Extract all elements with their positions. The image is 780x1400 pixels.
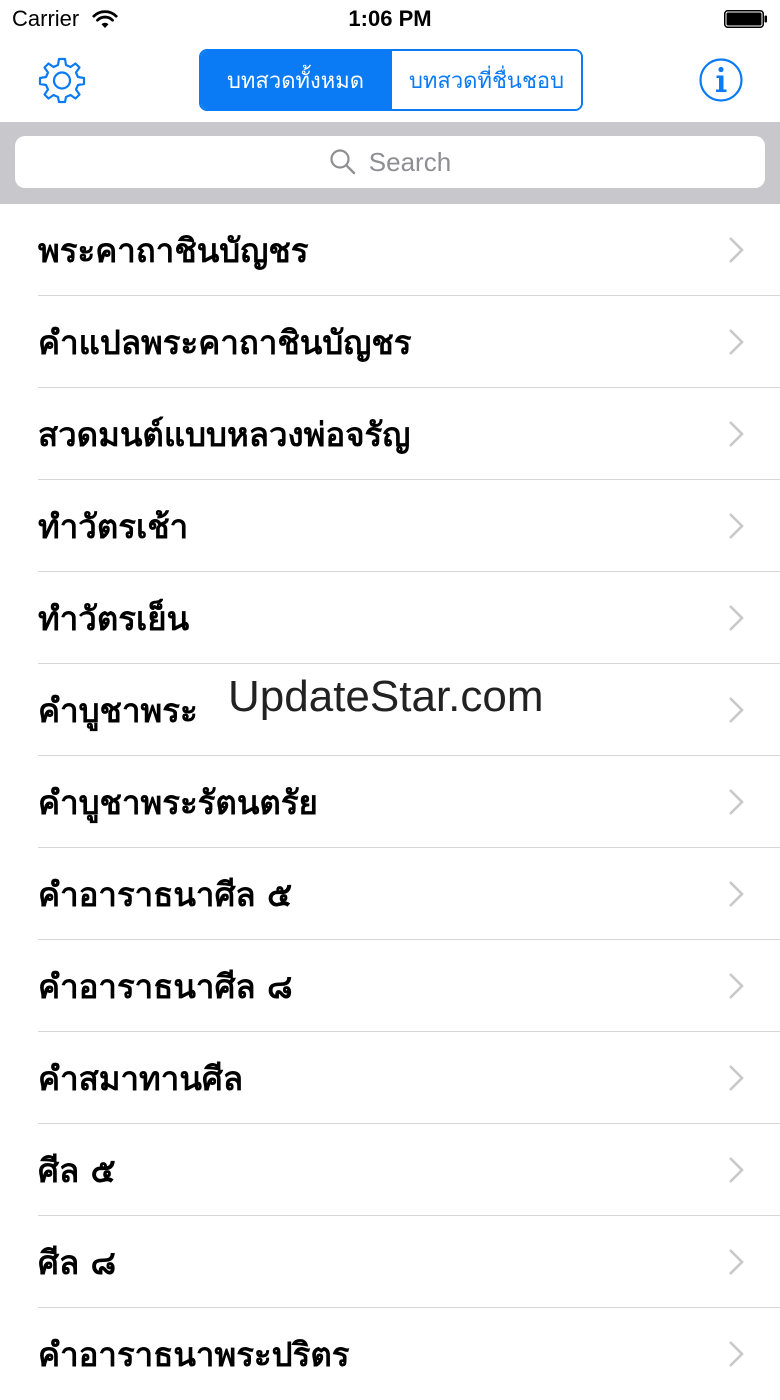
search-placeholder: Search bbox=[368, 146, 452, 177]
list-item[interactable]: คำอาราธนาพระปริตร bbox=[0, 1308, 780, 1400]
list-item[interactable]: คำอาราธนาศีล ๘ bbox=[0, 940, 780, 1032]
chevron-right-icon bbox=[729, 697, 744, 723]
chevron-right-icon bbox=[729, 421, 744, 447]
list-item[interactable]: คำอาราธนาศีล ๕ bbox=[0, 848, 780, 940]
list-item[interactable]: ทำวัตรเย็น bbox=[0, 572, 780, 664]
search-bar: Search bbox=[0, 122, 780, 204]
list-item[interactable]: สวดมนต์แบบหลวงพ่อจรัญ bbox=[0, 388, 780, 480]
chevron-right-icon bbox=[729, 513, 744, 539]
list-item-label: พระคาถาชินบัญชร bbox=[38, 230, 309, 270]
chevron-right-icon bbox=[729, 1157, 744, 1183]
list-item[interactable]: ศีล ๘ bbox=[0, 1216, 780, 1308]
list-item-label: ศีล ๕ bbox=[38, 1150, 116, 1190]
battery-icon bbox=[724, 10, 767, 28]
chevron-right-icon bbox=[729, 789, 744, 815]
prayer-list: พระคาถาชินบัญชร คำแปลพระคาถาชินบัญชร สวด… bbox=[0, 204, 780, 1400]
list-item-label: คำบูชาพระรัตนตรัย bbox=[38, 782, 318, 822]
status-bar: Carrier 1:06 PM bbox=[0, 0, 780, 40]
list-item-label: ศีล ๘ bbox=[38, 1242, 117, 1282]
list-item[interactable]: คำสมาทานศีล bbox=[0, 1032, 780, 1124]
status-time: 1:06 PM bbox=[348, 6, 432, 31]
list-item-label: ทำวัตรเช้า bbox=[38, 506, 189, 546]
navigation-bar: บทสวดทั้งหมด บทสวดที่ชื่นชอบ bbox=[0, 40, 780, 122]
list-item[interactable]: ทำวัตรเช้า bbox=[0, 480, 780, 572]
list-item[interactable]: พระคาถาชินบัญชร bbox=[0, 204, 780, 296]
list-item-label: คำอาราธนาศีล ๕ bbox=[38, 874, 293, 914]
list-item[interactable]: คำบูชาพระรัตนตรัย bbox=[0, 756, 780, 848]
search-icon bbox=[330, 149, 355, 175]
list-item-label: คำแปลพระคาถาชินบัญชร bbox=[38, 322, 412, 362]
chevron-right-icon bbox=[729, 973, 744, 999]
info-icon[interactable] bbox=[698, 57, 744, 103]
list-item-label: ทำวัตรเย็น bbox=[38, 598, 190, 638]
segment-control: บทสวดทั้งหมด บทสวดที่ชื่นชอบ bbox=[199, 49, 583, 111]
list-item-label: คำบูชาพระ bbox=[38, 690, 198, 730]
list-item-label: สวดมนต์แบบหลวงพ่อจรัญ bbox=[38, 414, 411, 454]
watermark: UpdateStar.com bbox=[228, 672, 544, 721]
segment-all-prayers[interactable]: บทสวดทั้งหมด bbox=[201, 51, 390, 109]
list-item[interactable]: คำแปลพระคาถาชินบัญชร bbox=[0, 296, 780, 388]
search-input[interactable]: Search bbox=[15, 136, 765, 188]
chevron-right-icon bbox=[729, 1341, 744, 1367]
chevron-right-icon bbox=[729, 605, 744, 631]
chevron-right-icon bbox=[729, 1065, 744, 1091]
chevron-right-icon bbox=[729, 329, 744, 355]
list-item-label: คำอาราธนาพระปริตร bbox=[38, 1334, 350, 1374]
gear-icon[interactable] bbox=[38, 56, 86, 104]
chevron-right-icon bbox=[729, 1249, 744, 1275]
segment-favorite-prayers[interactable]: บทสวดที่ชื่นชอบ bbox=[390, 51, 581, 109]
list-item-label: คำสมาทานศีล bbox=[38, 1058, 244, 1098]
chevron-right-icon bbox=[729, 237, 744, 263]
chevron-right-icon bbox=[729, 881, 744, 907]
list-item-label: คำอาราธนาศีล ๘ bbox=[38, 966, 293, 1006]
list-item[interactable]: ศีล ๕ bbox=[0, 1124, 780, 1216]
